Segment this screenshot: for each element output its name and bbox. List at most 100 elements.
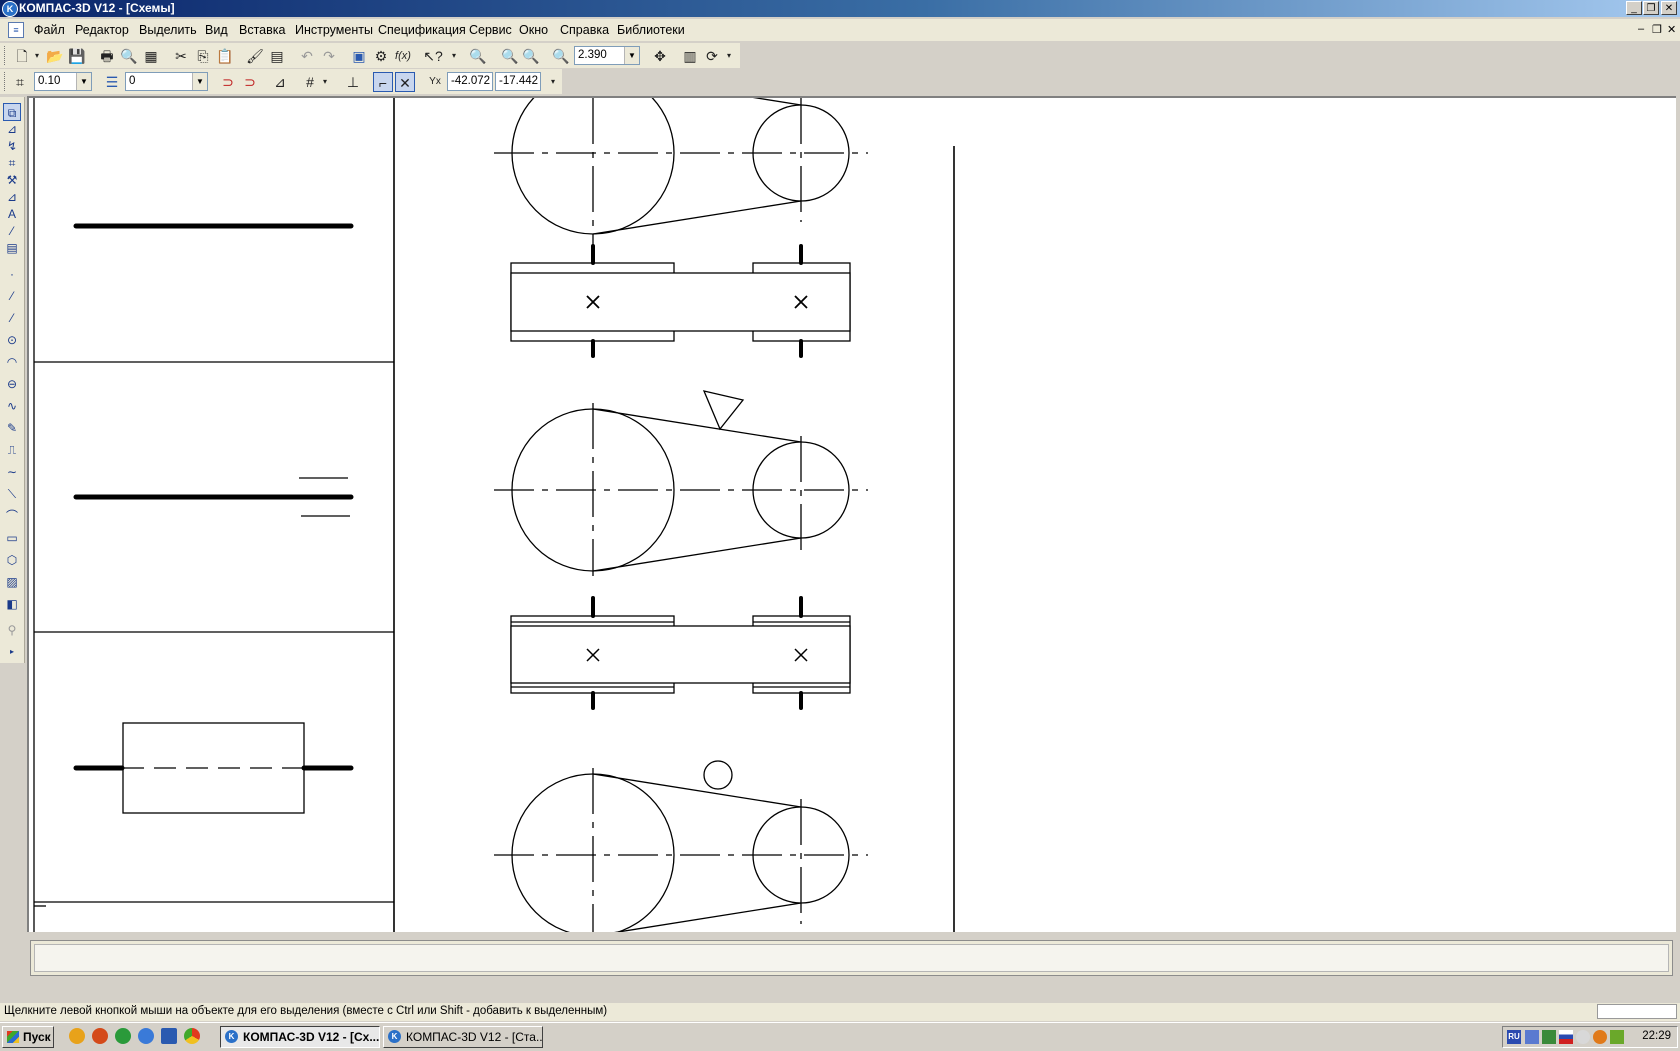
local-cs-icon[interactable]: ⊥	[343, 72, 363, 92]
start-button[interactable]: Пуск	[2, 1026, 54, 1048]
belt-side-view[interactable]	[510, 272, 851, 332]
selection-icon[interactable]: A	[3, 205, 21, 223]
rectangle-icon[interactable]: ▭	[3, 529, 21, 547]
segment-icon[interactable]: ⁄	[3, 309, 21, 327]
menu-tools[interactable]: Инструменты	[295, 23, 373, 37]
round-mode-icon[interactable]: ✕	[395, 72, 415, 92]
pan-icon[interactable]: ✥	[650, 46, 670, 66]
help-pointer-icon[interactable]: ↖?	[423, 46, 443, 66]
drawing-svg[interactable]	[29, 98, 1676, 932]
measure-icon[interactable]: ⊿	[3, 188, 21, 206]
quicklaunch-app-icon[interactable]	[69, 1028, 85, 1044]
hatch-icon[interactable]: ▨	[3, 573, 21, 591]
menu-help[interactable]: Справка	[560, 23, 609, 37]
round-belt-symbol[interactable]	[703, 760, 733, 790]
copy-icon[interactable]: ⎘	[193, 46, 213, 66]
point-icon[interactable]: ·	[3, 265, 21, 283]
document-icon[interactable]: ≡	[8, 22, 24, 38]
new-document-icon[interactable]: 🗋	[12, 46, 32, 66]
toolbar-overflow-icon-2[interactable]: ▾	[724, 46, 734, 66]
print-icon[interactable]: 🖶	[97, 46, 117, 66]
menu-file[interactable]: Файл	[34, 23, 65, 37]
clock-app-icon[interactable]	[1576, 1030, 1590, 1044]
menu-select[interactable]: Выделить	[139, 23, 197, 37]
arc-icon[interactable]: ◠	[3, 353, 21, 371]
restore-button[interactable]: ❐	[1643, 1, 1659, 15]
menu-specification[interactable]: Спецификация	[378, 23, 466, 37]
panel-expand-icon[interactable]: ▸	[3, 643, 21, 661]
layer-combo[interactable]: 0 ▼	[125, 72, 208, 91]
zoom-in-icon[interactable]: 🔍	[551, 46, 571, 66]
grid-icon[interactable]: #	[300, 72, 320, 92]
zoom-all-icon[interactable]: 🔍	[521, 46, 541, 66]
variables-icon[interactable]: ⚙	[371, 46, 391, 66]
chevron-down-icon[interactable]: ▼	[76, 73, 91, 90]
coord-y-field[interactable]: -17.442	[495, 72, 541, 91]
cursor-step-icon[interactable]: ⌗	[10, 72, 30, 92]
taskbar-task-kompas-2[interactable]: K КОМПАС-3D V12 - [Ста...	[383, 1026, 543, 1048]
battery-icon[interactable]	[1542, 1030, 1556, 1044]
nvidia-icon[interactable]	[1610, 1030, 1624, 1044]
polygon-icon[interactable]: ⬡	[3, 551, 21, 569]
chamfer-icon[interactable]: ⟍	[3, 485, 21, 503]
mdi-restore-button[interactable]: ❐	[1652, 23, 1662, 36]
belt-side-view[interactable]	[510, 625, 851, 684]
ellipse-icon[interactable]: ⊖	[3, 375, 21, 393]
close-button[interactable]: ✕	[1661, 1, 1677, 15]
coord-x-field[interactable]: -42.072	[447, 72, 493, 91]
properties-icon[interactable]: ▦	[141, 46, 161, 66]
clock[interactable]: 22:29	[1642, 1030, 1671, 1042]
redraw-icon[interactable]: ▥	[680, 46, 700, 66]
quicklaunch-chrome-icon[interactable]	[184, 1028, 200, 1044]
local-snap-icon[interactable]: ⊃	[240, 72, 260, 92]
equidistant-icon[interactable]: ⎍	[3, 441, 21, 459]
new-dropdown-icon[interactable]: ▾	[32, 46, 42, 66]
zoom-fit-icon[interactable]: 🔍	[500, 46, 520, 66]
tray-app-icon[interactable]	[1593, 1030, 1607, 1044]
nurbs-icon[interactable]: ✎	[3, 419, 21, 437]
toolbar-grip[interactable]	[4, 46, 8, 65]
snap-magnet-icon[interactable]: ⊃	[218, 72, 238, 92]
fillet-icon[interactable]: ⌒	[3, 507, 21, 525]
network-icon[interactable]	[1525, 1030, 1539, 1044]
menu-view[interactable]: Вид	[205, 23, 228, 37]
ortho-mode-icon[interactable]: ⌐	[373, 72, 393, 92]
menu-insert[interactable]: Вставка	[239, 23, 285, 37]
dimensions-panel-icon[interactable]: ⊿	[3, 120, 21, 138]
menu-service[interactable]: Сервис	[469, 23, 512, 37]
minimize-button[interactable]: _	[1626, 1, 1642, 15]
belt-drive-1[interactable]	[494, 98, 868, 358]
spec-icon[interactable]: ⁄	[3, 222, 21, 240]
polyline-icon[interactable]: ∼	[3, 463, 21, 481]
language-indicator[interactable]: RU	[1507, 1030, 1521, 1044]
quicklaunch-desktop-icon[interactable]	[161, 1028, 177, 1044]
function-icon[interactable]: f(x)	[393, 46, 413, 66]
chevron-down-icon[interactable]: ▼	[192, 73, 207, 90]
quicklaunch-ie-icon[interactable]	[138, 1028, 154, 1044]
save-icon[interactable]: 💾	[67, 46, 87, 66]
belt-drive-2[interactable]	[494, 390, 868, 710]
redo-icon[interactable]: ↷	[319, 46, 339, 66]
menu-libraries[interactable]: Библиотеки	[617, 23, 685, 37]
symbol-table[interactable]	[33, 98, 395, 932]
edit-panel-icon[interactable]: ⌗	[3, 154, 21, 172]
step-combo[interactable]: 0.10 ▼	[34, 72, 92, 91]
circle-icon[interactable]: ⊙	[3, 331, 21, 349]
drawing-canvas[interactable]	[27, 96, 1676, 932]
flag-icon[interactable]	[1559, 1030, 1573, 1044]
orthogonal-icon[interactable]: ⊿	[270, 72, 290, 92]
quicklaunch-browser-icon[interactable]	[92, 1028, 108, 1044]
report-icon[interactable]: ▤	[3, 239, 21, 257]
chevron-down-icon[interactable]: ▼	[624, 47, 639, 64]
toolbar-overflow-icon[interactable]: ▾	[449, 46, 459, 66]
title-bar[interactable]: K КОМПАС-3D V12 - [Схемы] _ ❐ ✕	[0, 0, 1680, 17]
quicklaunch-torrent-icon[interactable]	[115, 1028, 131, 1044]
zoom-window-icon[interactable]: 🔍	[468, 46, 488, 66]
property-panel-content[interactable]	[34, 944, 1669, 972]
auxiliary-line-icon[interactable]: ⁄	[3, 287, 21, 305]
toolbar-overflow-icon-3[interactable]: ▾	[548, 72, 558, 92]
print-preview-icon[interactable]: 🔍	[119, 46, 139, 66]
layers-icon[interactable]: ☰	[102, 72, 122, 92]
mdi-minimize-button[interactable]: –	[1638, 23, 1644, 35]
macro-icon[interactable]: ⚲	[3, 621, 21, 639]
